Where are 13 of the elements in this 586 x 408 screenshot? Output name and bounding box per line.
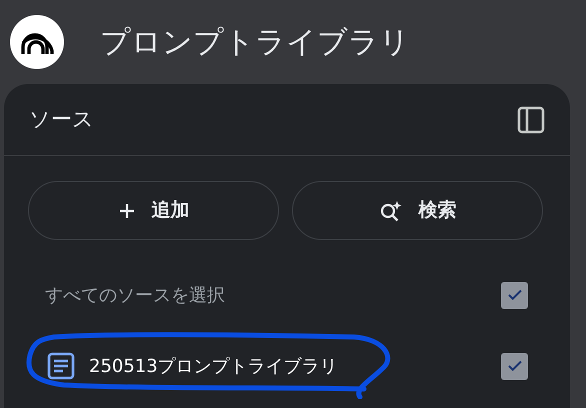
select-all-label: すべてのソースを選択 xyxy=(45,284,225,308)
panel-title: ソース xyxy=(29,106,94,133)
checkbox[interactable] xyxy=(501,282,528,308)
notebook-title: プロンプトライブラリ xyxy=(100,24,410,62)
checkbox[interactable] xyxy=(501,352,528,380)
document-icon xyxy=(47,352,75,380)
add-button[interactable]: 追加 xyxy=(28,181,279,240)
plus-icon xyxy=(118,202,136,220)
panel-toggle-icon[interactable] xyxy=(517,106,545,134)
search-button[interactable]: 検索 xyxy=(292,181,543,240)
source-name[interactable]: 250513プロンプトライブラリ xyxy=(89,352,338,380)
search-sparkle-icon xyxy=(378,200,402,222)
logo-icon xyxy=(10,15,64,69)
